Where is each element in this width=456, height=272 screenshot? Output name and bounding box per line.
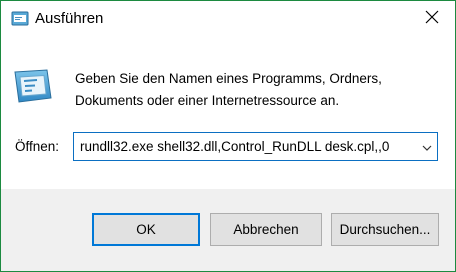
run-dialog-window: Ausführen Geben Sie den Namen eines Prog… [0, 0, 456, 272]
open-label: Öffnen: [15, 139, 60, 154]
window-title: Ausführen [35, 10, 104, 27]
browse-button[interactable]: Durchsuchen... [331, 213, 439, 246]
instruction-line-2: Dokuments oder einer Internetressource a… [75, 93, 340, 108]
dialog-content: Geben Sie den Namen eines Programms, Ord… [1, 37, 455, 189]
cancel-button[interactable]: Abbrechen [210, 213, 322, 246]
run-app-icon [13, 68, 53, 104]
instruction-text: Geben Sie den Namen eines Programms, Ord… [75, 68, 435, 112]
ok-button[interactable]: OK [92, 213, 200, 246]
open-combobox-value[interactable]: rundll32.exe shell32.dll,Control_RunDLL … [80, 139, 410, 155]
open-combobox[interactable]: rundll32.exe shell32.dll,Control_RunDLL … [73, 132, 438, 161]
button-bar: OK Abbrechen Durchsuchen... [1, 189, 455, 271]
run-icon [11, 11, 29, 26]
close-icon [425, 10, 439, 29]
close-button[interactable] [409, 1, 455, 37]
title-bar: Ausführen [1, 1, 455, 37]
instruction-line-1: Geben Sie den Namen eines Programms, Ord… [75, 71, 382, 86]
chevron-down-icon[interactable] [421, 141, 433, 153]
